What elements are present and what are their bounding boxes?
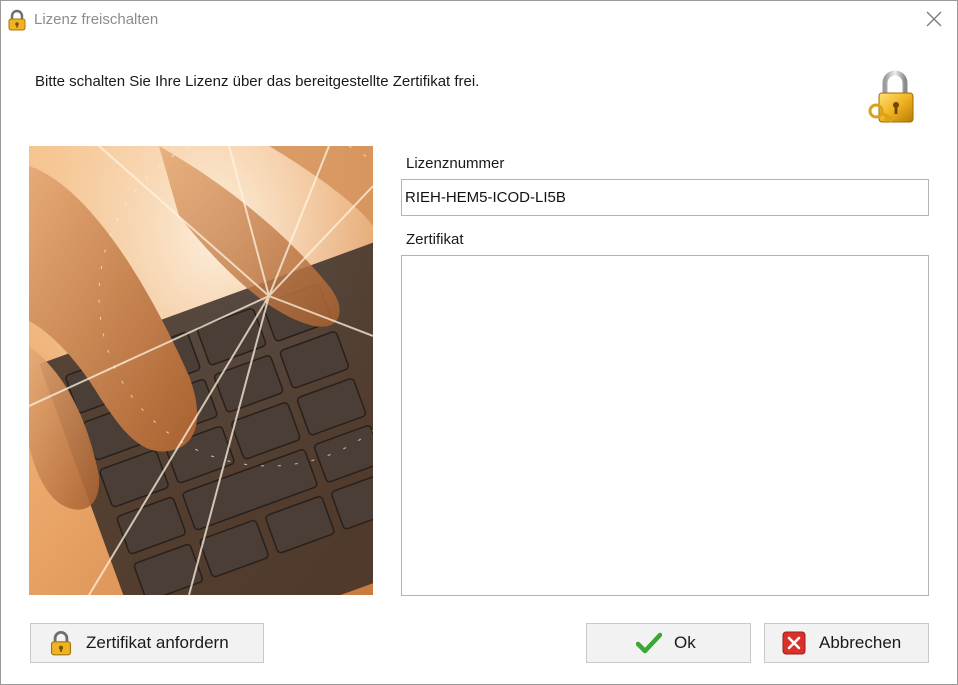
request-certificate-label: Zertifikat anfordern <box>86 633 229 652</box>
license-dialog: Lizenz freischalten Bitte schalten Sie I… <box>0 0 958 685</box>
certificate-label: Zertifikat <box>406 231 464 248</box>
title-bar: Lizenz freischalten <box>1 1 957 39</box>
padlock-icon <box>50 630 72 656</box>
certificate-textarea[interactable] <box>401 255 929 596</box>
ok-button[interactable]: Ok <box>586 623 751 663</box>
close-icon[interactable] <box>925 10 943 28</box>
license-number-input[interactable] <box>401 179 929 216</box>
license-number-label: Lizenznummer <box>406 155 505 172</box>
padlock-keys-icon <box>868 70 914 123</box>
padlock-icon <box>8 9 26 31</box>
ok-label: Ok <box>674 633 696 652</box>
window-title: Lizenz freischalten <box>34 11 159 28</box>
keyboard-photo <box>29 146 373 595</box>
cancel-label: Abbrechen <box>819 633 902 652</box>
cancel-x-icon <box>782 631 806 655</box>
instruction-text: Bitte schalten Sie Ihre Lizenz über das … <box>35 73 480 90</box>
cancel-button[interactable]: Abbrechen <box>764 623 929 663</box>
checkmark-icon <box>636 632 662 654</box>
request-certificate-button[interactable]: Zertifikat anfordern <box>30 623 264 663</box>
